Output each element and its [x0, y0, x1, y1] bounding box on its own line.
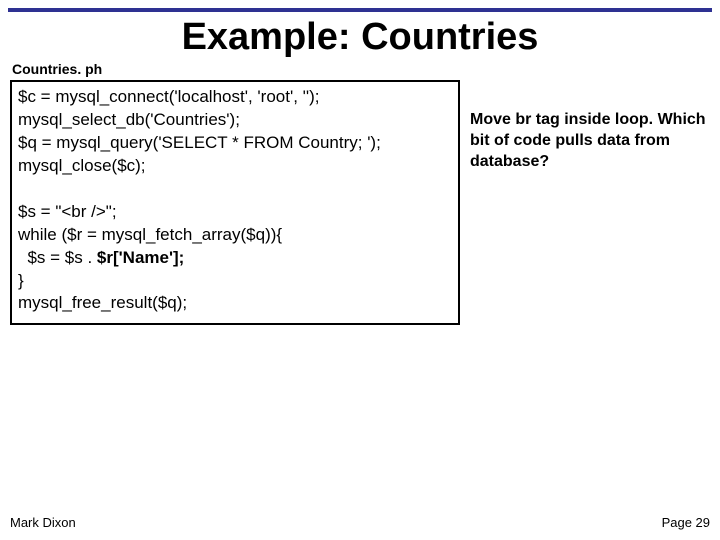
code-line: mysql_select_db('Countries'); — [18, 109, 452, 132]
footer-author: Mark Dixon — [10, 515, 76, 530]
footer-page: Page 29 — [662, 515, 710, 530]
code-line: $s = $s . $r['Name']; — [18, 247, 452, 270]
top-rule — [8, 8, 712, 12]
code-frag-bold: $r['Name']; — [97, 248, 184, 267]
code-line: $q = mysql_query('SELECT * FROM Country;… — [18, 132, 452, 155]
code-line: $c = mysql_connect('localhost', 'root', … — [18, 86, 452, 109]
code-line: mysql_close($c); — [18, 155, 452, 178]
code-line: $s = "<br />"; — [18, 201, 452, 224]
code-blank — [18, 178, 452, 201]
code-line: while ($r = mysql_fetch_array($q)){ — [18, 224, 452, 247]
code-line: mysql_free_result($q); — [18, 292, 452, 315]
code-frag: $s = $s . — [18, 248, 97, 267]
slide-title: Example: Countries — [0, 16, 720, 59]
code-box: $c = mysql_connect('localhost', 'root', … — [10, 80, 460, 325]
code-line: } — [18, 270, 452, 293]
annotation-text: Move br tag inside loop. Which bit of co… — [470, 110, 708, 172]
